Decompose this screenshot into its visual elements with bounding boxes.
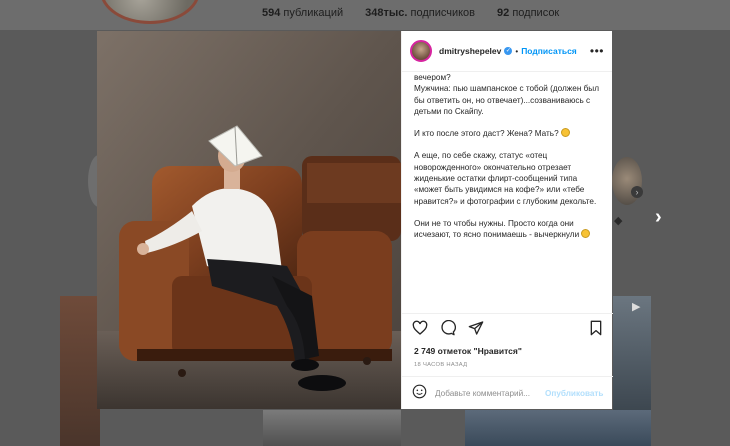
profile-stats: 594 публикаций 348тыс. подписчиков 92 по…: [262, 7, 559, 19]
separator: •: [515, 46, 519, 56]
grid-post-thumbnail[interactable]: [60, 296, 100, 446]
follow-button[interactable]: Подписаться: [521, 46, 577, 56]
post-side-panel: dmitryshepelev ✓ • Подписаться ••• вечер…: [401, 31, 613, 409]
bookmark-icon[interactable]: [589, 320, 603, 341]
next-post-chevron-icon[interactable]: ›: [655, 206, 662, 229]
laughing-emoji-icon: [560, 128, 570, 138]
more-options-icon[interactable]: •••: [590, 44, 604, 58]
followers-stat[interactable]: 348тыс. подписчиков: [365, 7, 475, 19]
comment-input[interactable]: [435, 389, 545, 398]
posts-stat: 594 публикаций: [262, 7, 344, 19]
heart-icon[interactable]: [412, 320, 428, 341]
post-timestamp: 18 ЧАСОВ НАЗАД: [414, 362, 468, 368]
post-caption: вечером? Мужчина: пью шампанское с тобой…: [414, 72, 602, 312]
post-modal: dmitryshepelev ✓ • Подписаться ••• вечер…: [97, 31, 613, 409]
share-icon[interactable]: [468, 320, 484, 341]
highlight-icon: ◆: [614, 215, 623, 227]
caption-paragraph: И кто после этого даст? Жена? Мать?: [414, 128, 602, 139]
chevron-right-icon[interactable]: ›: [631, 186, 643, 198]
verified-badge-icon: ✓: [504, 47, 513, 55]
username-link[interactable]: dmitryshepelev: [439, 46, 501, 56]
laughing-emoji-icon: [581, 229, 591, 239]
post-photo[interactable]: [97, 31, 401, 409]
smiley-icon[interactable]: [412, 384, 427, 404]
comment-icon[interactable]: [440, 319, 456, 341]
avatar[interactable]: [410, 40, 432, 62]
comment-form: Опубликовать: [402, 376, 613, 410]
video-icon: ▶: [632, 301, 641, 313]
grid-post-thumbnail[interactable]: [613, 296, 651, 410]
post-actions: 2 749 отметок "Нравится" 18 ЧАСОВ НАЗАД …: [402, 313, 613, 409]
following-stat[interactable]: 92 подписок: [497, 7, 559, 19]
caption-paragraph: вечером? Мужчина: пью шампанское с тобой…: [414, 73, 599, 116]
caption-paragraph: А еще, по себе скажу, статус «отец новор…: [414, 151, 597, 206]
caption-paragraph: Они не то чтобы нужны. Просто когда они …: [414, 218, 602, 241]
grid-post-thumbnail[interactable]: [465, 410, 651, 446]
grid-post-thumbnail[interactable]: [263, 410, 401, 446]
publish-button[interactable]: Опубликовать: [545, 389, 603, 398]
post-header: dmitryshepelev ✓ • Подписаться •••: [402, 31, 612, 72]
likes-count[interactable]: 2 749 отметок "Нравится": [414, 346, 522, 356]
